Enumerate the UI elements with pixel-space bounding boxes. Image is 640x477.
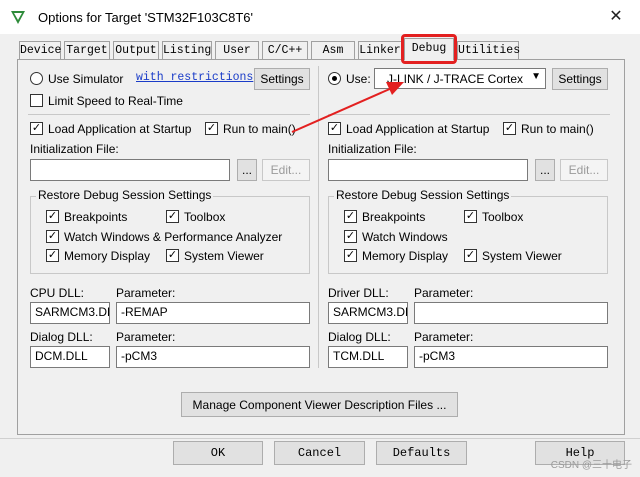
- annotation-arrow: [291, 82, 404, 133]
